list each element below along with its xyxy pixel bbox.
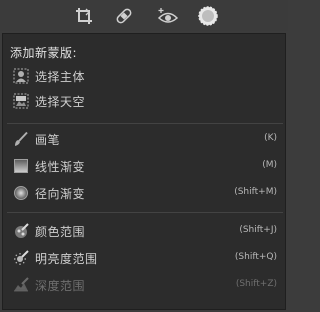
tool-strip: [0, 0, 288, 31]
brush-icon: [15, 131, 28, 146]
select-sky-item[interactable]: 选择天空: [3, 90, 285, 112]
depth-range-item: 深度范围 (Shift+Z): [3, 274, 285, 296]
add-mask-menu: 添加新蒙版: 选择主体 选择天空 画笔 (K) 线性渐变 (M) 径向渐变 (S…: [2, 33, 286, 310]
luminance-range-item[interactable]: 明亮度范围 (Shift+Q): [3, 247, 285, 269]
radial-gradient-shortcut: (Shift+M): [234, 187, 277, 197]
redeye-icon[interactable]: [157, 5, 179, 27]
radial-gradient-icon: [14, 186, 28, 200]
menu-caption: 添加新蒙版:: [10, 46, 78, 60]
luminance-range-label: 明亮度范围: [35, 252, 98, 266]
depth-range-label: 深度范围: [35, 279, 86, 293]
color-range-icon: [15, 223, 29, 238]
menu-separator: [7, 212, 283, 213]
heal-icon[interactable]: [113, 5, 135, 27]
luminance-range-shortcut: (Shift+Q): [234, 252, 277, 262]
color-range-shortcut: (Shift+J): [239, 225, 277, 235]
select-subject-item[interactable]: 选择主体: [3, 65, 285, 87]
crop-icon[interactable]: [73, 5, 95, 27]
depth-range-icon: [14, 277, 29, 292]
mask-icon[interactable]: [197, 5, 219, 27]
linear-gradient-shortcut: (M): [262, 160, 277, 170]
sky-icon: [13, 93, 29, 109]
select-subject-label: 选择主体: [35, 70, 86, 84]
brush-label: 画笔: [35, 133, 61, 147]
luminance-range-icon: [14, 250, 29, 265]
brush-shortcut: (K): [264, 133, 277, 143]
color-range-item[interactable]: 颜色范围 (Shift+J): [3, 220, 285, 242]
depth-range-shortcut: (Shift+Z): [235, 279, 277, 289]
linear-gradient-label: 线性渐变: [35, 160, 86, 174]
color-range-label: 颜色范围: [35, 225, 86, 239]
radial-gradient-label: 径向渐变: [35, 187, 86, 201]
brush-item[interactable]: 画笔 (K): [3, 128, 285, 150]
radial-gradient-item[interactable]: 径向渐变 (Shift+M): [3, 182, 285, 204]
linear-gradient-item[interactable]: 线性渐变 (M): [3, 155, 285, 177]
menu-separator: [7, 123, 283, 124]
subject-icon: [13, 68, 29, 84]
select-sky-label: 选择天空: [35, 95, 86, 109]
linear-gradient-icon: [14, 159, 28, 173]
